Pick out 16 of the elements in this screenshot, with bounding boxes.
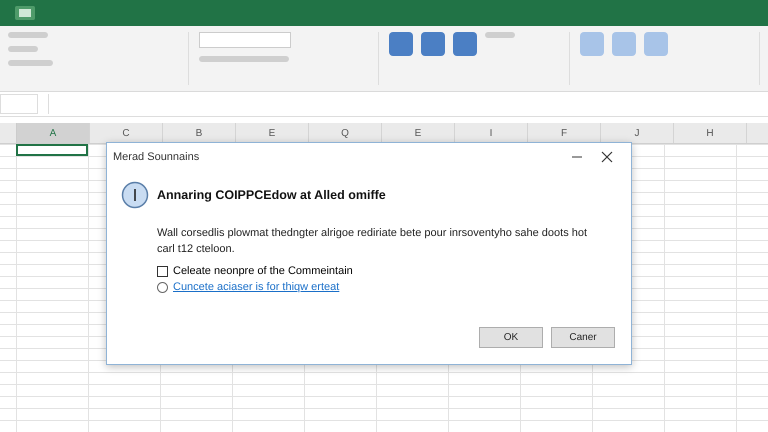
radio-button[interactable]: [157, 282, 168, 292]
checkbox[interactable]: [157, 266, 168, 276]
dialog-heading: Annaring COIPPCEdow at Alled omiffe: [157, 188, 386, 202]
column-header[interactable]: H: [674, 123, 747, 143]
info-icon: [121, 181, 149, 209]
app-logo-icon: [14, 5, 36, 21]
ok-button[interactable]: OK: [479, 327, 543, 348]
cancel-button[interactable]: Caner: [551, 327, 615, 348]
close-button[interactable]: [599, 149, 615, 165]
checkbox-label[interactable]: Celeate neonpre of the Commeintain: [173, 265, 353, 277]
column-header[interactable]: A: [17, 123, 90, 143]
dialog-title: Merad Sounnains: [113, 151, 200, 163]
selected-cell: [16, 144, 88, 156]
dialog-message: Wall corsedlis plowmat thedngter alrigoe rediriate bete pour inrsoventyho sahe doots hot carl t12 cteloon.: [157, 226, 588, 257]
close-icon: [601, 151, 613, 163]
option-link[interactable]: Cuncete aciaser is for thiqw erteat: [173, 281, 340, 293]
